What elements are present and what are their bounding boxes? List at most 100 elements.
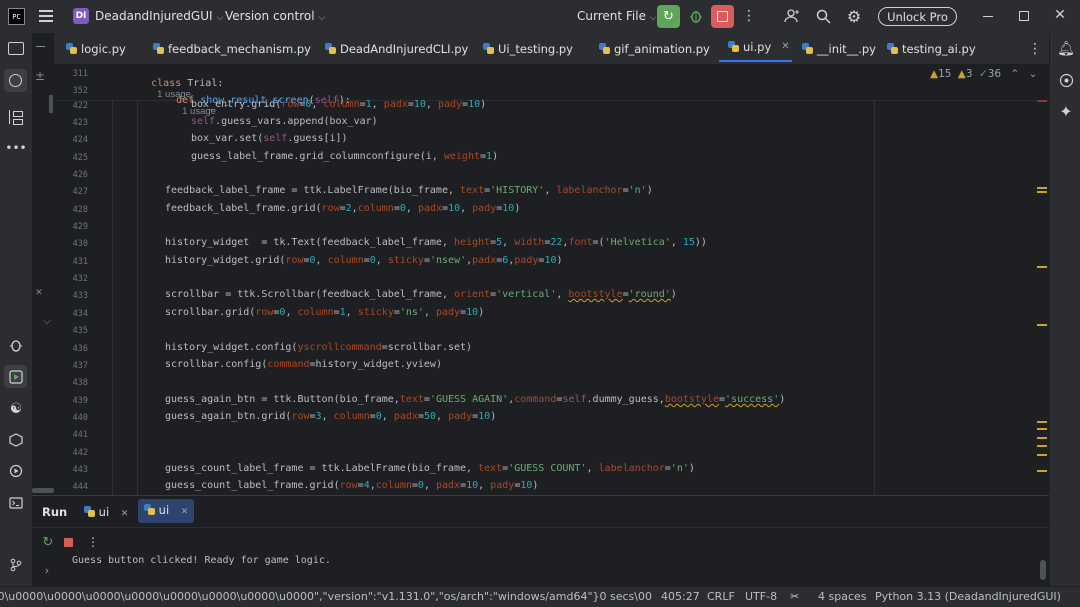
code-line[interactable]: guess_label_frame.grid_columnconfigure(i…: [191, 151, 498, 162]
stripe-marker[interactable]: [1037, 187, 1047, 189]
rerun-icon[interactable]: ↻: [40, 534, 56, 550]
stripe-marker[interactable]: [1037, 428, 1047, 430]
line-number: 425: [72, 153, 88, 163]
tab-deadandinjuredcli[interactable]: DeadAndInjuredCLI.py: [325, 33, 468, 64]
code-line[interactable]: scrollbar.config(command=history_widget.…: [165, 359, 442, 370]
horizontal-scrollbar[interactable]: [32, 488, 54, 493]
python-file-icon: [144, 504, 155, 515]
main-menu-icon[interactable]: [39, 10, 53, 22]
unlock-pro-button[interactable]: Unlock Pro: [878, 7, 957, 26]
code-line[interactable]: guess_again_btn = ttk.Button(bio_frame,t…: [165, 394, 785, 405]
code-line[interactable]: scrollbar = ttk.Scrollbar(feedback_label…: [165, 289, 677, 300]
plus-minus-icon[interactable]: ±: [33, 69, 47, 83]
code-line[interactable]: guess_count_label_frame.grid(row=4,colum…: [165, 480, 538, 491]
code-line[interactable]: box_var.set(self.guess[i]): [191, 133, 348, 144]
collapse-icon[interactable]: ✕: [32, 286, 46, 300]
stripe-marker[interactable]: [1037, 445, 1047, 447]
search-icon[interactable]: [814, 7, 832, 25]
code-line[interactable]: guess_count_label_frame = ttk.LabelFrame…: [165, 463, 695, 474]
run-tool-icon[interactable]: [4, 365, 27, 388]
tab-init[interactable]: __init__.py: [802, 33, 876, 64]
stop-button[interactable]: [711, 5, 734, 28]
minimize-icon[interactable]: [983, 16, 993, 17]
console-scrollbar[interactable]: [1040, 560, 1046, 580]
run-tab[interactable]: ui ✕: [84, 505, 128, 519]
more-tools-icon[interactable]: •••: [5, 141, 26, 155]
code-line[interactable]: scrollbar.grid(row=0, column=1, sticky='…: [165, 307, 484, 318]
caret-position[interactable]: 405:27: [661, 590, 700, 603]
tab-feedback-mechanism[interactable]: feedback_mechanism.py: [153, 33, 311, 64]
debug-button[interactable]: [686, 6, 706, 26]
line-number: 440: [72, 413, 88, 423]
bug-icon: [690, 11, 702, 23]
chevron-right-icon[interactable]: ›: [40, 563, 54, 577]
ai-assistant-icon[interactable]: [1057, 71, 1075, 89]
settings-gear-icon[interactable]: ⚙: [845, 7, 863, 26]
vcs-selector[interactable]: Version control ⌵: [225, 9, 325, 23]
tab-gif-animation[interactable]: gif_animation.py: [599, 33, 710, 64]
terminal-icon[interactable]: [6, 493, 26, 513]
more-actions-icon[interactable]: ⋮: [87, 534, 99, 550]
tab-logic[interactable]: logic.py: [66, 33, 126, 64]
code-line[interactable]: feedback_label_frame = ttk.LabelFrame(bi…: [165, 185, 653, 196]
python-console-icon[interactable]: ☯: [6, 399, 26, 419]
git-branch-icon[interactable]: [6, 555, 26, 575]
services-icon[interactable]: [6, 461, 26, 481]
tab-close-icon[interactable]: ✕: [781, 41, 789, 52]
chevron-down-icon[interactable]: ⌄: [1029, 68, 1038, 80]
tab-ui-testing[interactable]: Ui_testing.py: [483, 33, 573, 64]
code-line[interactable]: history_widget.grid(row=0, column=0, sti…: [165, 255, 563, 266]
stripe-marker[interactable]: [1037, 470, 1047, 472]
line-number: 429: [72, 222, 88, 232]
tab-label: Ui_testing.py: [498, 41, 573, 56]
code-line[interactable]: feedback_label_frame.grid(row=2,column=0…: [165, 203, 520, 214]
stop-icon[interactable]: [64, 538, 73, 547]
tab-label: testing_ai.py: [902, 41, 976, 56]
structure-icon[interactable]: [9, 110, 23, 125]
line-number: 352: [72, 86, 88, 96]
tab-close-icon[interactable]: ✕: [121, 509, 129, 519]
python-file-icon: [599, 43, 610, 54]
python-file-icon: [887, 43, 898, 54]
no-inspections-icon[interactable]: ✂: [790, 590, 799, 603]
notifications-bell-icon[interactable]: 🔔︎: [1057, 40, 1075, 58]
python-interpreter[interactable]: Python 3.13 (DeadandInjuredGUI): [875, 590, 1061, 603]
tab-ui[interactable]: ui.py ✕: [719, 33, 792, 62]
project-folder-icon[interactable]: [8, 42, 24, 55]
maximize-icon[interactable]: [1019, 11, 1029, 21]
stripe-marker[interactable]: [1037, 437, 1047, 439]
stripe-marker[interactable]: [1037, 266, 1047, 268]
stripe-marker[interactable]: [1037, 191, 1047, 193]
stripe-marker[interactable]: [1037, 454, 1047, 456]
status-message[interactable]: 00\u0000\u0000\u0000\u0000\u0000\u0000\u…: [0, 590, 652, 603]
debug-tool-icon[interactable]: [6, 335, 26, 355]
code-line[interactable]: box_entry.grid(row=0, column=1, padx=10,…: [191, 99, 486, 110]
code-line[interactable]: guess_again_btn.grid(row=3, column=0, pa…: [165, 411, 496, 422]
code-line[interactable]: history_widget.config(yscrollcommand=scr…: [165, 342, 472, 353]
code-line[interactable]: history_widget = tk.Text(feedback_label_…: [165, 237, 707, 248]
sparkle-icon[interactable]: ✦: [1057, 102, 1075, 121]
line-separator[interactable]: CRLF: [707, 590, 735, 603]
indent-setting[interactable]: 4 spaces: [818, 590, 867, 603]
stripe-marker[interactable]: [1037, 421, 1047, 423]
code-editor[interactable]: 311 class Trial: 1 usage 352 def show_re…: [54, 64, 1049, 495]
chevron-up-icon[interactable]: ⌃: [1010, 68, 1019, 80]
inspections-widget[interactable]: ▲15 ▲3 ✓36 ⌃ ⌄: [930, 68, 1037, 80]
stripe-marker[interactable]: [1037, 324, 1047, 326]
more-actions-icon[interactable]: ⋮: [742, 7, 756, 25]
run-tab-active[interactable]: ui ✕: [138, 499, 195, 523]
tab-options-icon[interactable]: ⋮: [1028, 33, 1042, 64]
python-packages-icon[interactable]: [6, 430, 26, 450]
tab-close-icon[interactable]: ✕: [181, 507, 189, 517]
stripe-marker[interactable]: [1037, 100, 1047, 102]
rerun-button[interactable]: ↻: [657, 5, 680, 28]
close-icon[interactable]: ✕: [1053, 7, 1067, 23]
code-line[interactable]: self.guess_vars.append(box_var): [191, 116, 378, 127]
tab-testing-ai[interactable]: testing_ai.py: [887, 33, 976, 64]
file-encoding[interactable]: UTF-8: [745, 590, 777, 603]
project-selector[interactable]: DeadandInjuredGUI ⌵: [95, 9, 223, 23]
run-config-selector[interactable]: Current File ⌵: [577, 9, 657, 23]
add-user-icon[interactable]: [783, 7, 801, 25]
commit-history-icon[interactable]: [4, 69, 27, 92]
chevron-down-icon[interactable]: ⌵: [40, 314, 54, 328]
